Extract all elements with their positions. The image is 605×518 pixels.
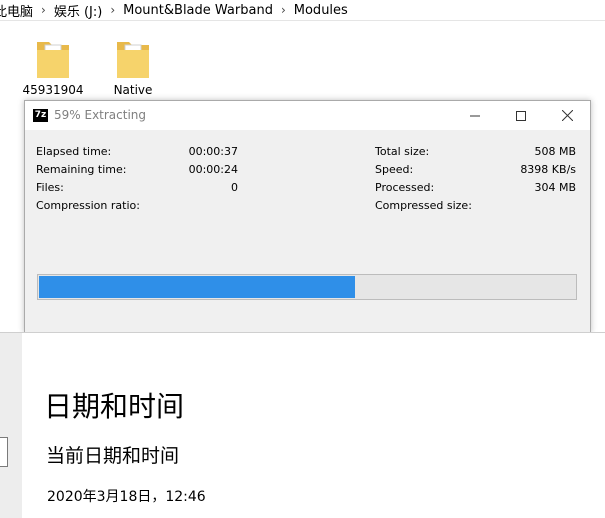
extraction-progress-bar xyxy=(37,274,577,300)
files-label: Files: xyxy=(36,181,64,194)
progress-bar-fill xyxy=(39,276,356,298)
chevron-right-icon[interactable]: › xyxy=(277,3,290,17)
breadcrumb-game-folder[interactable]: Mount&Blade Warband xyxy=(119,3,277,18)
folder-icon xyxy=(117,42,149,78)
folder-item[interactable]: Native xyxy=(101,36,165,97)
dialog-title: 59% Extracting xyxy=(54,108,147,122)
remaining-time-label: Remaining time: xyxy=(36,163,127,176)
chevron-right-icon[interactable]: › xyxy=(37,3,50,17)
folder-icon xyxy=(37,42,69,78)
dialog-titlebar[interactable]: 7z 59% Extracting xyxy=(25,101,590,130)
total-size-label: Total size: xyxy=(375,145,430,158)
folder-item[interactable]: 45931904 xyxy=(21,36,85,97)
total-size-value: 508 MB xyxy=(534,145,576,158)
extract-progress-dialog: 7z 59% Extracting Elapsed time: 00:00:37… xyxy=(24,100,591,333)
processed-label: Processed: xyxy=(375,181,435,194)
speed-value: 8398 KB/s xyxy=(520,163,576,176)
address-breadcrumb: 此电脑 › 娱乐 (J:) › Mount&Blade Warband › Mo… xyxy=(0,0,605,21)
settings-nav-strip xyxy=(0,333,22,518)
maximize-button[interactable] xyxy=(498,101,544,130)
7zip-app-icon: 7z xyxy=(33,109,48,122)
section-heading: 当前日期和时间 xyxy=(46,445,180,467)
minimize-icon xyxy=(470,115,480,116)
elapsed-time-value: 00:00:37 xyxy=(188,145,238,158)
processed-value: 304 MB xyxy=(534,181,576,194)
maximize-icon xyxy=(516,110,526,121)
compression-ratio-label: Compression ratio: xyxy=(36,199,140,212)
speed-label: Speed: xyxy=(375,163,414,176)
close-icon xyxy=(561,110,573,121)
remaining-time-value: 00:00:24 xyxy=(188,163,238,176)
settings-date-time-pane: 日期和时间 当前日期和时间 2020年3月18日，12:46 xyxy=(0,332,605,518)
current-datetime: 2020年3月18日，12:46 xyxy=(47,489,206,505)
chevron-right-icon[interactable]: › xyxy=(106,3,119,17)
breadcrumb-this-pc[interactable]: 此电脑 xyxy=(0,1,37,20)
breadcrumb-modules[interactable]: Modules xyxy=(290,3,352,18)
minimize-button[interactable] xyxy=(452,101,498,130)
files-value: 0 xyxy=(231,181,238,194)
folder-label: Native xyxy=(113,83,153,97)
page-title: 日期和时间 xyxy=(44,390,185,423)
folder-label: 45931904 xyxy=(22,83,84,97)
breadcrumb-drive[interactable]: 娱乐 (J:) xyxy=(50,1,107,20)
compressed-size-label: Compressed size: xyxy=(375,199,472,212)
nav-search-box[interactable] xyxy=(0,437,8,467)
elapsed-time-label: Elapsed time: xyxy=(36,145,112,158)
close-button[interactable] xyxy=(544,101,590,130)
